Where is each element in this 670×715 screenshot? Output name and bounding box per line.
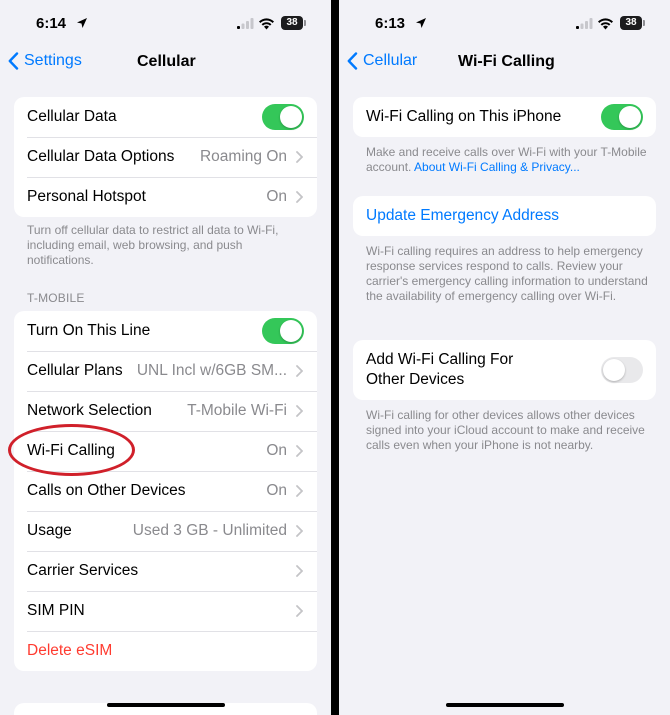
status-time: 6:14 xyxy=(36,15,67,32)
row-label: Carrier Services xyxy=(27,562,139,579)
chevron-right-icon xyxy=(296,405,303,417)
chevron-right-icon xyxy=(296,191,303,203)
chevron-right-icon xyxy=(296,565,303,577)
turn-on-line-row: Turn On This Line xyxy=(14,311,317,351)
toggle-knob xyxy=(280,106,302,128)
row-label: Delete eSIM xyxy=(27,642,113,659)
turn-on-line-toggle[interactable] xyxy=(262,318,304,344)
navigation-bar: Settings Cellular xyxy=(0,50,331,76)
row-label: Cellular Plans xyxy=(27,362,123,379)
cellular-data-toggle[interactable] xyxy=(262,104,304,130)
row-value: On xyxy=(266,482,287,499)
row-value: UNL Incl w/6GB SM... xyxy=(136,362,287,379)
wifi-calling-footer: Make and receive calls over Wi-Fi with y… xyxy=(366,145,651,175)
chevron-left-icon xyxy=(347,52,358,70)
other-devices-toggle[interactable] xyxy=(601,357,643,383)
toggle-knob xyxy=(280,320,302,342)
back-label: Settings xyxy=(24,52,82,69)
row-label: Calls on Other Devices xyxy=(27,482,186,499)
status-bar: 6:14 38 xyxy=(0,15,331,35)
update-emergency-address-button[interactable]: Update Emergency Address xyxy=(353,196,656,236)
delete-esim-button[interactable]: Delete eSIM xyxy=(14,631,317,671)
location-arrow-icon xyxy=(77,18,87,28)
row-label: Network Selection xyxy=(27,402,152,419)
other-devices-group: Add Wi-Fi Calling For Other Devices xyxy=(353,340,656,400)
wifi-calling-this-iphone-row: Wi-Fi Calling on This iPhone xyxy=(353,97,656,137)
toggle-knob xyxy=(603,359,625,381)
chevron-right-icon xyxy=(296,605,303,617)
status-bar: 6:13 38 xyxy=(339,15,670,35)
row-label: Usage xyxy=(27,522,72,539)
back-button-settings[interactable]: Settings xyxy=(8,52,82,70)
wifi-calling-screen: 6:13 38 Cellular Wi-Fi Calling Wi-Fi Cal… xyxy=(339,0,670,715)
row-label: Wi-Fi Calling xyxy=(27,442,115,459)
usage-row[interactable]: Usage Used 3 GB - Unlimited xyxy=(14,511,317,551)
row-value: On xyxy=(266,188,287,205)
row-value: T-Mobile Wi-Fi xyxy=(187,402,287,419)
row-label: Turn On This Line xyxy=(27,322,151,339)
cellular-plans-row[interactable]: Cellular Plans UNL Incl w/6GB SM... xyxy=(14,351,317,391)
location-arrow-icon xyxy=(416,18,426,28)
row-value: On xyxy=(266,442,287,459)
battery-icon: 38 xyxy=(281,16,306,30)
chevron-right-icon xyxy=(296,485,303,497)
chevron-right-icon xyxy=(296,365,303,377)
cellular-signal-icon xyxy=(576,18,593,29)
wifi-icon xyxy=(259,18,274,30)
personal-hotspot-row[interactable]: Personal Hotspot On xyxy=(14,177,317,217)
wifi-calling-group: Wi-Fi Calling on This iPhone xyxy=(353,97,656,137)
row-label-line-2: Other Devices xyxy=(366,371,465,388)
row-label: SIM PIN xyxy=(27,602,85,619)
carrier-services-row[interactable]: Carrier Services xyxy=(14,551,317,591)
row-value: Roaming On xyxy=(199,148,287,165)
row-label-line-1: Add Wi-Fi Calling For xyxy=(366,351,514,368)
section-header-carrier: T-MOBILE xyxy=(27,291,85,305)
row-label: Wi-Fi Calling on This iPhone xyxy=(366,108,562,125)
chevron-right-icon xyxy=(296,445,303,457)
row-label: Cellular Data xyxy=(27,108,117,125)
wifi-calling-row[interactable]: Wi-Fi Calling On xyxy=(14,431,317,471)
cellular-screen: 6:14 38 Settings Cellular Cellular Data … xyxy=(0,0,331,715)
home-indicator[interactable] xyxy=(446,703,564,707)
back-button-cellular[interactable]: Cellular xyxy=(347,52,417,70)
wifi-icon xyxy=(598,18,613,30)
row-label: Update Emergency Address xyxy=(366,207,559,224)
chevron-right-icon xyxy=(296,525,303,537)
network-selection-row[interactable]: Network Selection T-Mobile Wi-Fi xyxy=(14,391,317,431)
row-label: Add Wi-Fi Calling For Other Devices xyxy=(366,350,513,390)
cellular-data-options-row[interactable]: Cellular Data Options Roaming On xyxy=(14,137,317,177)
navigation-bar: Cellular Wi-Fi Calling xyxy=(339,50,670,76)
about-wifi-calling-link[interactable]: About Wi-Fi Calling & Privacy... xyxy=(414,160,580,174)
sim-pin-row[interactable]: SIM PIN xyxy=(14,591,317,631)
battery-icon: 38 xyxy=(620,16,645,30)
other-devices-footer: Wi-Fi calling for other devices allows o… xyxy=(366,408,645,452)
row-label: Personal Hotspot xyxy=(27,188,146,205)
calls-other-devices-row[interactable]: Calls on Other Devices On xyxy=(14,471,317,511)
cellular-signal-icon xyxy=(237,18,254,29)
home-indicator[interactable] xyxy=(107,703,225,707)
emergency-address-group: Update Emergency Address xyxy=(353,196,656,236)
wifi-calling-toggle[interactable] xyxy=(601,104,643,130)
cellular-data-row: Cellular Data xyxy=(14,97,317,137)
status-time: 6:13 xyxy=(375,15,406,32)
cellular-data-group: Cellular Data Cellular Data Options Roam… xyxy=(14,97,317,217)
cellular-data-footer: Turn off cellular data to restrict all d… xyxy=(27,223,279,267)
page-title: Wi-Fi Calling xyxy=(458,53,555,70)
add-wifi-calling-other-devices-row: Add Wi-Fi Calling For Other Devices xyxy=(353,340,656,400)
emergency-footer: Wi-Fi calling requires an address to hel… xyxy=(366,244,648,303)
row-value: Used 3 GB - Unlimited xyxy=(132,522,287,539)
carrier-group: Turn On This Line Cellular Plans UNL Inc… xyxy=(14,311,317,671)
chevron-right-icon xyxy=(296,151,303,163)
chevron-left-icon xyxy=(8,52,19,70)
back-label: Cellular xyxy=(363,52,418,69)
toggle-knob xyxy=(619,106,641,128)
row-label: Cellular Data Options xyxy=(27,148,175,165)
page-title: Cellular xyxy=(137,53,196,70)
